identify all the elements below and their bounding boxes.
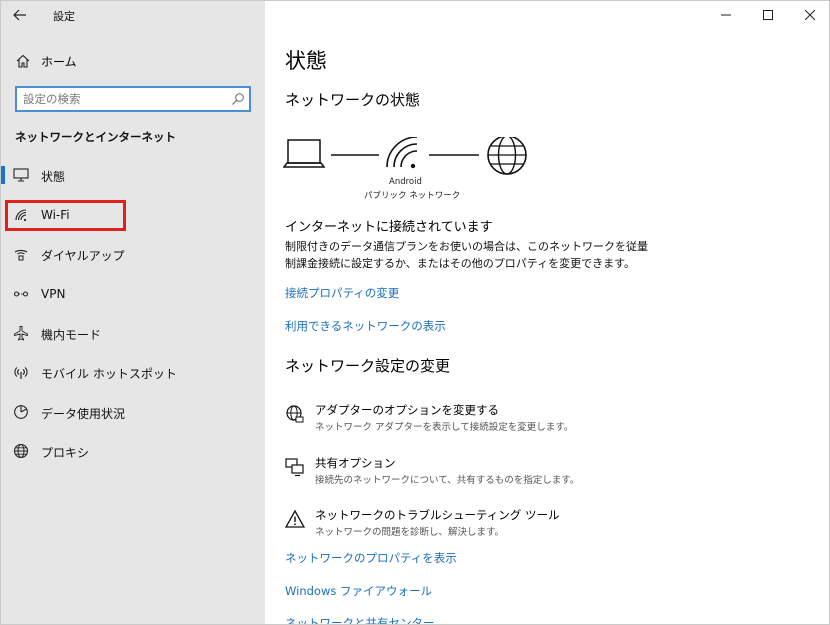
option-description: ネットワークの問題を診断し、解決します。	[315, 527, 505, 538]
sidebar-item-data-usage[interactable]: データ使用状況	[1, 397, 265, 427]
main-content: 状態 ネットワークの状態 Android パブリック ネットワーク インターネッ…	[265, 1, 829, 624]
windows-firewall-link[interactable]: Windows ファイアウォール	[285, 583, 432, 599]
window-controls	[705, 1, 829, 31]
close-icon	[805, 10, 815, 20]
sharing-icon	[285, 458, 304, 477]
sidebar-item-label: モバイル ホットスポット	[41, 367, 177, 381]
adapter-options-item[interactable]: アダプターのオプションを変更する ネットワーク アダプターを表示して接続設定を変…	[285, 402, 785, 438]
app-title: 設定	[53, 10, 75, 23]
back-arrow-icon	[13, 9, 26, 21]
sidebar-item-label: ホーム	[41, 55, 77, 69]
option-title: 共有オプション	[315, 456, 396, 470]
sharing-options-item[interactable]: 共有オプション 接続先のネットワークについて、共有するものを指定します。	[285, 455, 785, 491]
option-title: ネットワークのトラブルシューティング ツール	[315, 508, 560, 522]
settings-window: 設定 ホーム ネットワークとインターネット 状態	[0, 0, 830, 625]
home-icon	[16, 54, 30, 68]
sidebar: 設定 ホーム ネットワークとインターネット 状態	[1, 1, 265, 624]
troubleshooter-item[interactable]: ネットワークのトラブルシューティング ツール ネットワークの問題を診断し、解決し…	[285, 507, 785, 543]
hotspot-icon	[14, 367, 28, 379]
maximize-button[interactable]	[747, 1, 789, 29]
change-connection-properties-link[interactable]: 接続プロパティの変更	[285, 285, 399, 301]
close-button[interactable]	[789, 1, 829, 29]
sidebar-item-airplane[interactable]: 機内モード	[1, 318, 265, 348]
network-status-heading: ネットワークの状態	[285, 91, 421, 109]
show-available-networks-link[interactable]: 利用できるネットワークの表示	[285, 318, 446, 334]
data-usage-icon	[14, 405, 28, 419]
option-description: ネットワーク アダプターを表示して接続設定を変更します。	[315, 422, 574, 433]
status-description: 制限付きのデータ通信プランをお使いの場合は、このネットワークを従量	[285, 240, 648, 253]
connection-status: インターネットに接続されています	[285, 220, 493, 235]
maximize-icon	[763, 10, 773, 20]
search-box[interactable]	[15, 86, 251, 112]
sidebar-item-label: ダイヤルアップ	[41, 249, 125, 263]
title-bar-left: 設定	[1, 1, 265, 31]
network-type: パブリック ネットワーク	[364, 191, 461, 201]
sharing-center-link[interactable]: ネットワークと共有センター	[285, 615, 435, 624]
minimize-button[interactable]	[705, 1, 747, 29]
globe-icon	[13, 443, 29, 459]
sidebar-item-hotspot[interactable]: モバイル ホットスポット	[1, 357, 265, 387]
sidebar-item-status[interactable]: 状態	[1, 160, 265, 190]
sidebar-item-home[interactable]: ホーム	[1, 47, 265, 75]
sidebar-item-label: VPN	[41, 287, 66, 301]
search-input[interactable]	[23, 90, 223, 108]
back-button[interactable]	[9, 5, 31, 25]
internet-globe-icon	[487, 137, 527, 175]
selected-indicator	[1, 166, 5, 184]
adapter-globe-icon	[286, 405, 304, 423]
change-settings-heading: ネットワーク設定の変更	[285, 357, 451, 375]
page-title: 状態	[285, 49, 327, 73]
vpn-icon	[13, 291, 29, 297]
sidebar-item-label: 状態	[41, 170, 66, 184]
sidebar-item-proxy[interactable]: プロキシ	[1, 436, 265, 466]
network-status-icon	[13, 168, 29, 182]
laptop-icon	[283, 139, 326, 168]
wifi-signal-icon	[386, 137, 418, 169]
dialup-icon	[14, 249, 28, 261]
sidebar-item-vpn[interactable]: VPN	[1, 279, 265, 309]
option-title: アダプターのオプションを変更する	[315, 403, 499, 417]
sidebar-item-label: プロキシ	[41, 446, 90, 460]
wifi-highlight-box	[5, 200, 126, 231]
warning-icon	[285, 509, 305, 528]
sidebar-section-title: ネットワークとインターネット	[15, 130, 176, 144]
airplane-icon	[14, 326, 28, 341]
status-description: 制課金接続に設定するか、またはその他のプロパティを変更できます。	[285, 257, 636, 270]
search-icon	[232, 93, 244, 105]
sidebar-item-dialup[interactable]: ダイヤルアップ	[1, 239, 265, 269]
option-description: 接続先のネットワークについて、共有するものを指定します。	[315, 475, 580, 486]
minimize-icon	[721, 14, 731, 16]
network-properties-link[interactable]: ネットワークのプロパティを表示	[285, 550, 457, 566]
sidebar-item-label: 機内モード	[41, 328, 102, 342]
sidebar-item-label: データ使用状況	[41, 407, 126, 421]
network-name: Android	[389, 177, 422, 187]
